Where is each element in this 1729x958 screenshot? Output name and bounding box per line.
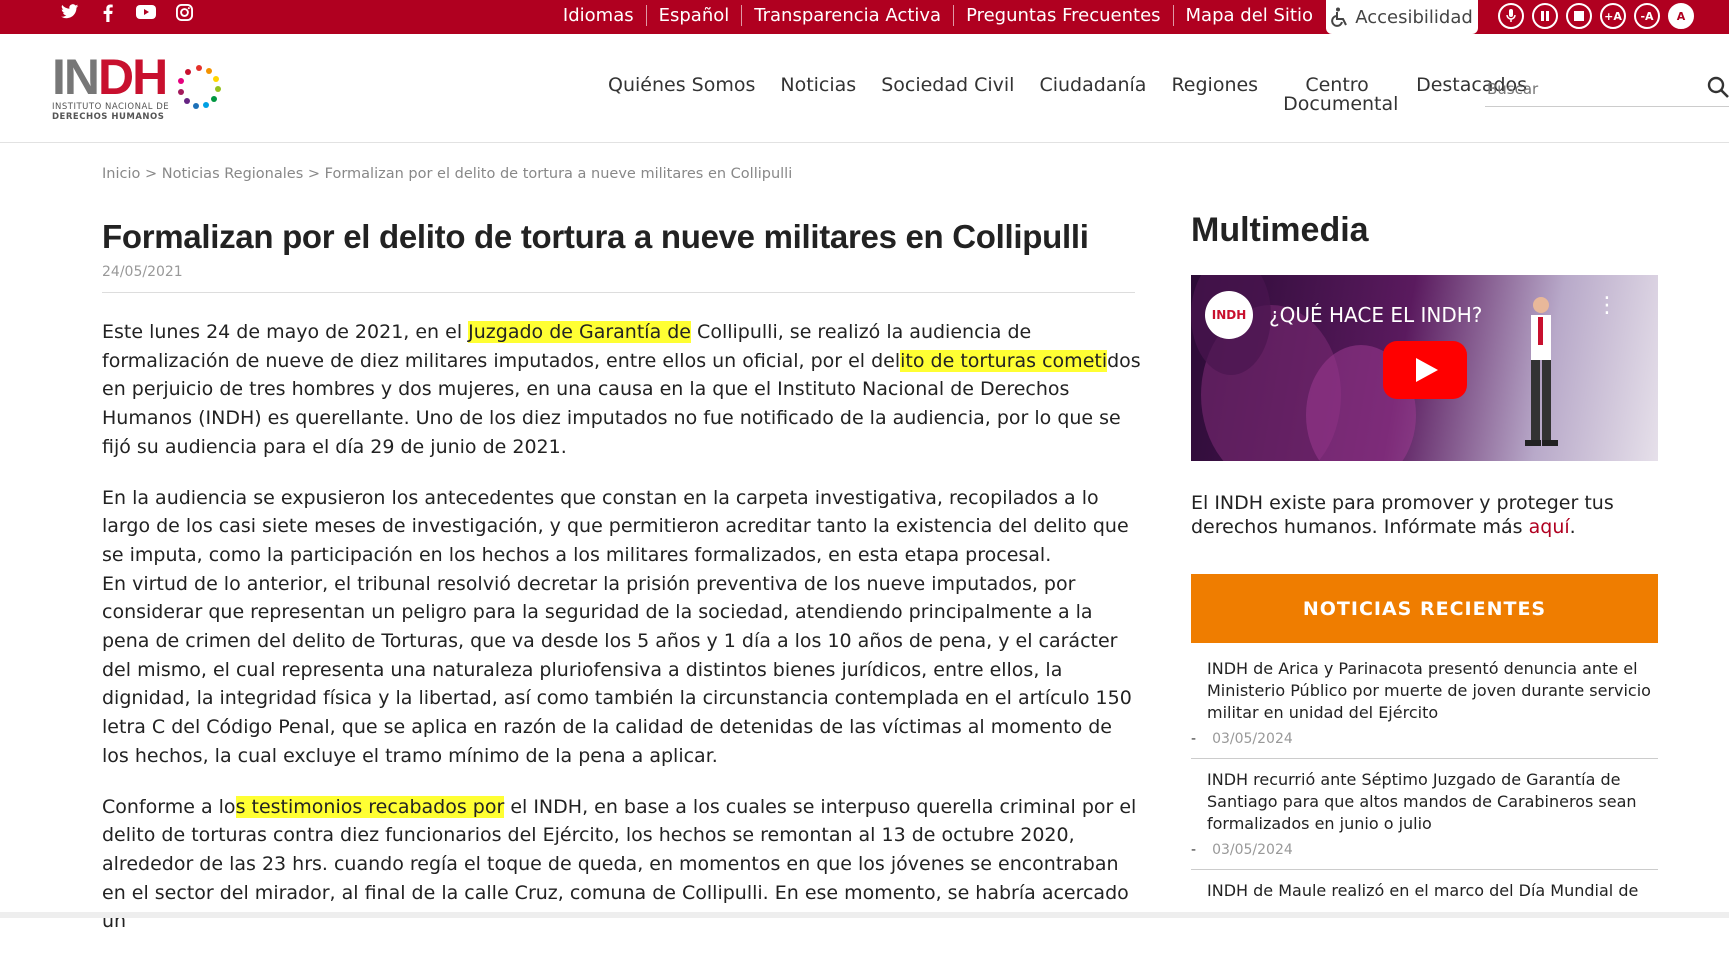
reset-font-button[interactable]: A [1668, 3, 1694, 29]
social-links [60, 4, 194, 24]
breadcrumb: Inicio > Noticias Regionales > Formaliza… [102, 166, 793, 182]
main-nav: Quiénes Somos Noticias Sociedad Civil Ci… [608, 76, 1552, 114]
p1-highlight: Juzgado de Garantía de [468, 321, 692, 343]
recent-news-heading: NOTICIAS RECIENTES [1191, 574, 1658, 643]
channel-logo[interactable]: INDH [1205, 291, 1253, 339]
pause-icon[interactable] [1532, 3, 1558, 29]
link-idiomas[interactable]: Idiomas [551, 5, 647, 26]
youtube-icon[interactable] [136, 4, 156, 24]
accessibility-label: Accesibilidad [1355, 6, 1473, 28]
article-date: 24/05/2021 [102, 264, 183, 280]
twitter-icon[interactable] [60, 4, 80, 24]
p4-text: Conforme a lo [102, 795, 236, 818]
accessibility-tools: +A -A A [1498, 3, 1694, 29]
top-links: Idiomas Español Transparencia Activa Pre… [551, 5, 1325, 26]
list-item[interactable]: INDH recurrió ante Séptimo Juzgado de Ga… [1191, 759, 1658, 870]
instagram-icon[interactable] [174, 4, 194, 24]
link-transparencia[interactable]: Transparencia Activa [742, 5, 955, 26]
nav-sociedad-civil[interactable]: Sociedad Civil [881, 76, 1014, 114]
logo-dots-icon [178, 65, 221, 109]
news-title[interactable]: INDH de Maule realizó en el marco del Dí… [1207, 880, 1658, 902]
nav-regiones[interactable]: Regiones [1171, 76, 1258, 114]
p1-text: Este lunes 24 de mayo de 2021, en el [102, 321, 469, 343]
more-options-icon[interactable]: ⋮ [1596, 295, 1618, 317]
list-item[interactable]: INDH de Maule realizó en el marco del Dí… [1191, 870, 1658, 910]
news-title[interactable]: INDH de Arica y Parinacota presentó denu… [1207, 658, 1658, 724]
facebook-icon[interactable] [98, 4, 118, 24]
aqui-link[interactable]: aquí [1529, 516, 1570, 538]
recent-news-list: INDH de Arica y Parinacota presentó denu… [1191, 648, 1658, 910]
news-title[interactable]: INDH recurrió ante Séptimo Juzgado de Ga… [1207, 769, 1658, 835]
news-date: 03/05/2024 [1212, 731, 1293, 747]
video-title[interactable]: ¿QUÉ HACE EL INDH? [1269, 303, 1482, 327]
accessibility-button[interactable]: Accesibilidad [1326, 0, 1478, 34]
breadcrumb-current: Formalizan por el delito de tortura a nu… [324, 166, 793, 182]
link-mapa[interactable]: Mapa del Sitio [1174, 5, 1325, 26]
decrease-font-button[interactable]: -A [1634, 3, 1660, 29]
article-title: Formalizan por el delito de tortura a nu… [102, 218, 1089, 255]
increase-font-button[interactable]: +A [1600, 3, 1626, 29]
microphone-icon[interactable] [1498, 3, 1524, 29]
nav-centro-documental[interactable]: Centro Documental [1283, 76, 1398, 114]
indh-logo[interactable]: INDH INSTITUTO NACIONAL DE DERECHOS HUMA… [52, 52, 232, 132]
logo-line2: DERECHOS HUMANOS [52, 112, 165, 122]
search-box [1485, 74, 1729, 107]
logo-in: IN [52, 49, 100, 105]
site-header: INDH INSTITUTO NACIONAL DE DERECHOS HUMA… [0, 34, 1729, 143]
news-date-row: -03/05/2024 [1191, 731, 1293, 747]
person-illustration-icon [1525, 297, 1558, 446]
p1-highlight: ito de torturas cometi [900, 349, 1108, 372]
article-body: Este lunes 24 de mayo de 2021, en el Juz… [102, 318, 1142, 958]
multimedia-heading: Multimedia [1191, 211, 1369, 249]
article-paragraph: En virtud de lo anterior, el tribunal re… [102, 572, 1132, 767]
nav-noticias[interactable]: Noticias [780, 76, 856, 114]
nav-ciudadania[interactable]: Ciudadanía [1039, 76, 1146, 114]
link-espanol[interactable]: Español [647, 5, 743, 26]
logo-dh: DH [98, 49, 168, 105]
play-button-icon[interactable] [1383, 341, 1467, 399]
breadcrumb-home[interactable]: Inicio [102, 166, 140, 182]
search-icon[interactable] [1707, 76, 1729, 104]
sidebar-description: El INDH existe para promover y proteger … [1191, 491, 1651, 539]
article-paragraph: En la audiencia se expusieron los antece… [102, 486, 1129, 566]
article-paragraph: Este lunes 24 de mayo de 2021, en el Juz… [102, 318, 1142, 462]
link-preguntas[interactable]: Preguntas Frecuentes [954, 5, 1174, 26]
wheelchair-icon [1331, 7, 1348, 27]
news-date-row: -03/05/2024 [1191, 842, 1293, 858]
stop-icon[interactable] [1566, 3, 1592, 29]
p4-highlight: s testimonios recabados por [235, 795, 505, 818]
list-item[interactable]: INDH de Arica y Parinacota presentó denu… [1191, 648, 1658, 759]
sidebar-text-end: . [1569, 516, 1576, 538]
page-bottom-edge [0, 912, 1729, 918]
title-divider [102, 292, 1135, 293]
video-player[interactable]: INDH ¿QUÉ HACE EL INDH? ⋮ [1191, 275, 1658, 461]
news-date: 03/05/2024 [1212, 842, 1293, 858]
search-input[interactable] [1485, 74, 1689, 104]
breadcrumb-section[interactable]: Noticias Regionales [162, 166, 304, 182]
top-bar: Idiomas Español Transparencia Activa Pre… [0, 0, 1729, 34]
nav-quienes-somos[interactable]: Quiénes Somos [608, 76, 755, 114]
